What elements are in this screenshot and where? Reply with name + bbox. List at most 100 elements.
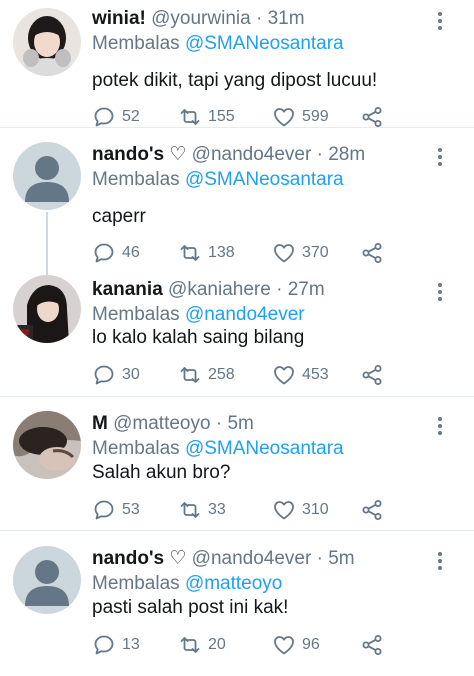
retweet-count: 33 xyxy=(208,501,226,518)
replying-to-link[interactable]: @nando4ever xyxy=(185,304,305,325)
replying-to-link[interactable]: @SMANeosantara xyxy=(185,169,344,190)
heart-icon xyxy=(274,366,294,385)
comment-bubble-icon xyxy=(94,107,114,127)
share-icon xyxy=(362,635,382,655)
tweet-header: nando's ♡ @nando4ever · 28m xyxy=(92,142,434,168)
share-icon xyxy=(362,500,382,520)
username[interactable]: @nando4ever xyxy=(192,548,312,569)
share-icon xyxy=(362,365,382,385)
more-vertical-icon[interactable] xyxy=(434,10,446,32)
like-count: 310 xyxy=(302,501,329,518)
like-button[interactable]: 370 xyxy=(272,240,329,266)
default-profile-icon xyxy=(13,142,81,210)
tweet[interactable]: nando's ♡ @nando4ever · 28m Membalas @SM… xyxy=(0,142,474,276)
retweet-count: 20 xyxy=(208,636,226,653)
retweet-count: 138 xyxy=(208,244,235,261)
display-name[interactable]: nando's ♡ xyxy=(92,144,186,165)
display-name[interactable]: M xyxy=(92,413,108,434)
avatar-photo xyxy=(13,275,81,343)
username[interactable]: @matteoyo xyxy=(113,413,210,434)
tweet-actions: 30 258 453 xyxy=(92,362,392,388)
retweet-button[interactable]: 138 xyxy=(178,240,235,266)
replying-to-link[interactable]: @SMANeosantara xyxy=(185,33,344,54)
separator: · xyxy=(316,548,323,569)
retweet-count: 258 xyxy=(208,366,235,383)
share-button[interactable] xyxy=(360,362,384,388)
retweet-button[interactable]: 33 xyxy=(178,497,226,523)
avatar[interactable] xyxy=(13,546,81,614)
like-count: 453 xyxy=(302,366,329,383)
timestamp[interactable]: 31m xyxy=(268,8,305,29)
tweet-text: lo kalo kalah saing bilang xyxy=(92,327,305,348)
tweet-header: nando's ♡ @nando4ever · 5m xyxy=(92,546,434,572)
share-button[interactable] xyxy=(360,632,384,658)
tweet-text: potek dikit, tapi yang dipost lucuu! xyxy=(92,70,378,91)
timestamp[interactable]: 27m xyxy=(288,279,325,300)
replying-to: Membalas @SMANeosantara xyxy=(92,436,344,462)
timestamp[interactable]: 5m xyxy=(328,548,354,569)
heart-icon xyxy=(274,244,294,263)
reply-count: 46 xyxy=(122,244,140,261)
thread-line xyxy=(46,212,48,276)
replying-to-link[interactable]: @SMANeosantara xyxy=(185,438,344,459)
tweet[interactable]: kanania @kaniahere · 27m Membalas @nando… xyxy=(0,275,474,388)
comment-bubble-icon xyxy=(94,635,114,655)
like-button[interactable]: 453 xyxy=(272,362,329,388)
timestamp[interactable]: 5m xyxy=(227,413,253,434)
more-vertical-icon[interactable] xyxy=(434,146,446,168)
reply-button[interactable]: 30 xyxy=(92,362,140,388)
reply-count: 30 xyxy=(122,366,140,383)
tweet[interactable]: nando's ♡ @nando4ever · 5m Membalas @mat… xyxy=(0,546,474,666)
share-icon xyxy=(362,243,382,263)
separator: · xyxy=(316,144,323,165)
tweet[interactable]: winia! @yourwinia · 31m Membalas @SMANeo… xyxy=(0,6,474,127)
comment-bubble-icon xyxy=(94,365,114,385)
tweet-header: M @matteoyo · 5m xyxy=(92,411,434,437)
timestamp[interactable]: 28m xyxy=(328,144,365,165)
replying-to: Membalas @matteoyo xyxy=(92,571,282,597)
more-vertical-icon[interactable] xyxy=(434,550,446,572)
retweet-icon xyxy=(180,637,200,653)
avatar[interactable] xyxy=(13,275,81,343)
replying-to-label: Membalas xyxy=(92,438,180,459)
more-vertical-icon[interactable] xyxy=(434,415,446,437)
username[interactable]: @nando4ever xyxy=(192,144,312,165)
separator: · xyxy=(276,279,283,300)
replying-to-link[interactable]: @matteoyo xyxy=(185,573,282,594)
share-button[interactable] xyxy=(360,240,384,266)
divider xyxy=(0,530,474,531)
username[interactable]: @kaniahere xyxy=(168,279,271,300)
avatar[interactable] xyxy=(13,142,81,210)
more-vertical-icon[interactable] xyxy=(434,281,446,303)
replying-to-label: Membalas xyxy=(92,304,180,325)
separator: · xyxy=(215,413,223,434)
replying-to-label: Membalas xyxy=(92,169,180,190)
reply-button[interactable]: 53 xyxy=(92,497,140,523)
display-name[interactable]: winia! xyxy=(92,8,146,29)
avatar[interactable] xyxy=(13,411,81,479)
like-button[interactable]: 96 xyxy=(272,632,320,658)
tweet-text: Salah akun bro? xyxy=(92,462,231,483)
divider xyxy=(0,127,474,128)
reply-count: 53 xyxy=(122,501,140,518)
tweet-actions: 46 138 370 xyxy=(92,240,392,266)
like-button[interactable]: 310 xyxy=(272,497,329,523)
heart-icon xyxy=(274,108,294,127)
retweet-button[interactable]: 20 xyxy=(178,632,226,658)
replying-to: Membalas @SMANeosantara xyxy=(92,167,344,193)
retweet-icon xyxy=(180,367,200,383)
avatar[interactable] xyxy=(13,8,81,76)
reply-button[interactable]: 46 xyxy=(92,240,140,266)
display-name[interactable]: nando's ♡ xyxy=(92,548,186,569)
retweet-button[interactable]: 258 xyxy=(178,362,235,388)
replying-to: Membalas @SMANeosantara xyxy=(92,31,344,57)
divider xyxy=(0,396,474,397)
avatar-photo xyxy=(13,411,81,479)
share-button[interactable] xyxy=(360,497,384,523)
reply-button[interactable]: 13 xyxy=(92,632,140,658)
retweet-icon xyxy=(180,502,200,518)
display-name[interactable]: kanania xyxy=(92,279,163,300)
username[interactable]: @yourwinia xyxy=(151,8,251,29)
like-count: 96 xyxy=(302,636,320,653)
tweet[interactable]: M @matteoyo · 5m Membalas @SMANeosantara… xyxy=(0,411,474,531)
